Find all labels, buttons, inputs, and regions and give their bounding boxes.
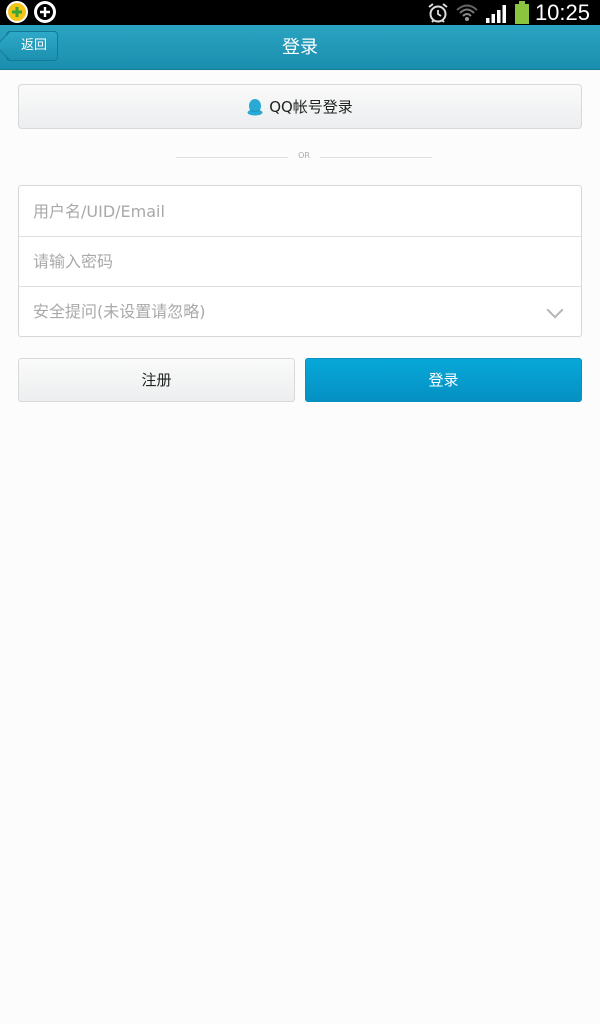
chevron-down-icon: [546, 301, 564, 319]
password-input[interactable]: [19, 237, 581, 286]
alarm-icon: [428, 2, 448, 23]
page-title: 登录: [282, 37, 318, 58]
password-field-row: [19, 236, 581, 286]
security-question-select[interactable]: 安全提问(未设置请忽略): [19, 286, 581, 336]
username-input[interactable]: [19, 186, 581, 236]
wifi-icon: [456, 4, 478, 21]
app-header: 返回 登录: [0, 25, 600, 70]
qq-penguin-icon: [247, 98, 263, 115]
divider-line: [320, 157, 432, 158]
status-bar: 10:25: [0, 0, 600, 25]
battery-icon: [514, 0, 529, 24]
status-time: 10:25: [534, 0, 590, 25]
qq-login-button[interactable]: QQ帐号登录: [18, 84, 582, 129]
or-divider: OR: [176, 150, 432, 164]
or-text: OR: [298, 151, 310, 160]
login-form: 安全提问(未设置请忽略): [18, 185, 582, 337]
login-button[interactable]: 登录: [305, 358, 582, 402]
signal-icon: [485, 4, 506, 23]
qq-login-label: QQ帐号登录: [269, 98, 353, 116]
status-bar-system: 10:25: [427, 0, 590, 25]
app-notification-icon: [6, 1, 28, 23]
register-button[interactable]: 注册: [18, 358, 295, 402]
status-bar-notifications: [6, 1, 56, 23]
app-notification-icon: [34, 1, 56, 23]
security-question-value: 安全提问(未设置请忽略): [33, 302, 206, 321]
username-field-row: [19, 186, 581, 236]
